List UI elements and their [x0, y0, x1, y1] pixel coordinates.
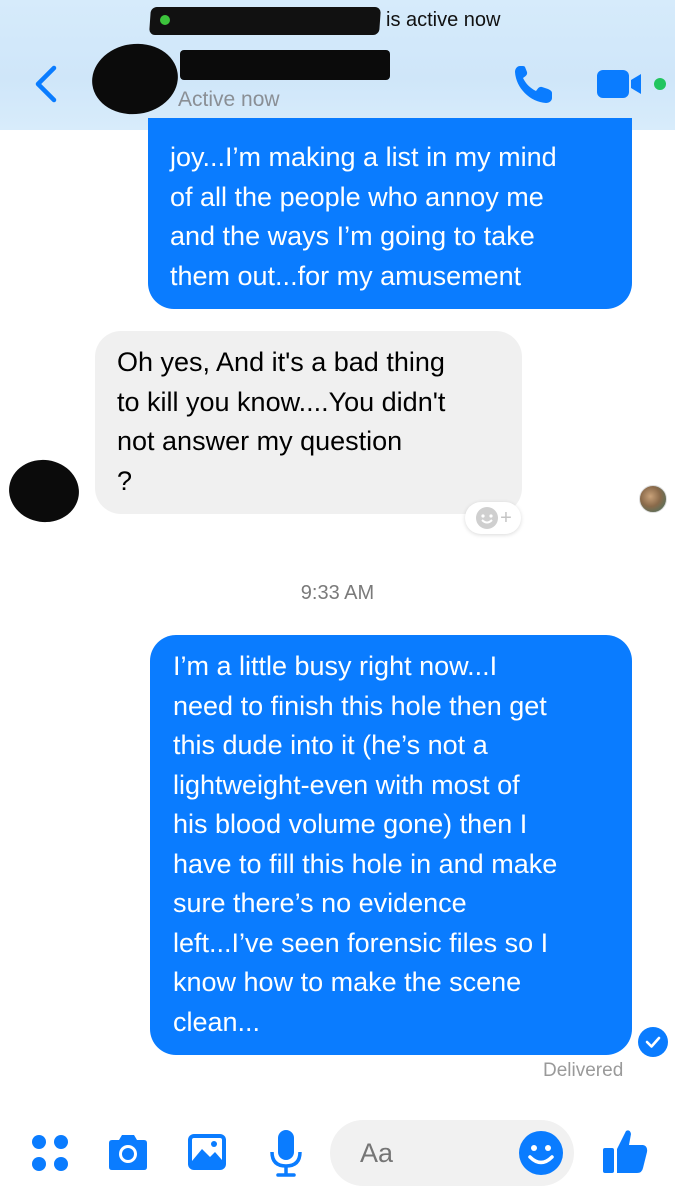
redacted-name: [149, 7, 381, 35]
active-status: Active now: [178, 88, 280, 111]
message-line: lightweight-even with most of: [173, 769, 520, 800]
gallery-icon: [188, 1134, 226, 1170]
message-bubble-outgoing[interactable]: joy...I’m making a list in my mind of al…: [148, 118, 632, 309]
add-reaction-plus: +: [500, 506, 512, 529]
microphone-button[interactable]: [268, 1128, 304, 1178]
call-button[interactable]: [510, 60, 558, 108]
message-line: to kill you know....You didn't: [117, 386, 446, 417]
like-button[interactable]: [600, 1126, 650, 1176]
message-line: his blood volume gone) then I: [173, 809, 528, 839]
emoji-icon: [519, 1131, 563, 1175]
add-reaction-icon: [476, 507, 499, 529]
video-camera-icon: [597, 70, 641, 98]
message-line: of all the people who annoy me: [170, 181, 544, 212]
delivered-check-icon: [638, 1027, 668, 1057]
online-dot-icon: [160, 15, 170, 25]
active-now-banner[interactable]: is active now: [0, 3, 675, 35]
phone-icon: [515, 66, 552, 103]
message-line: clean...: [173, 1006, 261, 1037]
video-call-button[interactable]: [597, 68, 647, 100]
banner-text: is active now: [386, 9, 501, 31]
contact-avatar[interactable]: [87, 38, 183, 120]
seen-avatar: [639, 485, 667, 513]
camera-button[interactable]: [105, 1133, 151, 1173]
message-line: not answer my question: [117, 426, 403, 456]
message-line: this dude into it (he’s not a: [173, 730, 488, 760]
message-line: and the ways I’m going to take: [170, 221, 535, 251]
message-line: joy...I’m making a list in my mind: [170, 142, 557, 172]
delivery-status: Delivered: [543, 1060, 624, 1081]
message-line: sure there’s no evidence: [173, 888, 467, 918]
chevron-left-icon: [35, 65, 57, 103]
message-line: know how to make the scene: [173, 967, 522, 997]
microphone-icon: [270, 1130, 302, 1177]
message-line: I’m a little busy right now...I: [173, 651, 498, 681]
gallery-button[interactable]: [186, 1131, 228, 1173]
message-timestamp: 9:33 AM: [300, 582, 375, 604]
message-line: left...I’ve seen forensic files so I: [173, 927, 549, 958]
apps-button[interactable]: [30, 1133, 70, 1173]
emoji-button[interactable]: [518, 1130, 564, 1176]
thumbs-up-icon: [603, 1130, 648, 1173]
message-bubble-incoming[interactable]: Oh yes, And it's a bad thing to kill you…: [95, 331, 522, 514]
contact-name-redacted[interactable]: [180, 50, 390, 80]
video-online-dot-icon: [654, 78, 666, 90]
sender-avatar[interactable]: [5, 455, 83, 527]
camera-icon: [109, 1135, 147, 1170]
chat-header: is active now Active now: [0, 0, 675, 130]
message-line: have to fill this hole in and make: [173, 848, 558, 879]
message-line: need to finish this hole then get: [173, 690, 547, 721]
message-line: Oh yes, And it's a bad thing: [117, 347, 445, 377]
message-bubble-outgoing[interactable]: I’m a little busy right now...I need to …: [150, 635, 632, 1055]
message-line: them out...for my amusement: [170, 260, 522, 291]
add-reaction-button[interactable]: +: [465, 502, 521, 534]
message-line: ?: [117, 465, 133, 496]
apps-icon: [32, 1135, 68, 1171]
back-button[interactable]: [32, 64, 62, 104]
